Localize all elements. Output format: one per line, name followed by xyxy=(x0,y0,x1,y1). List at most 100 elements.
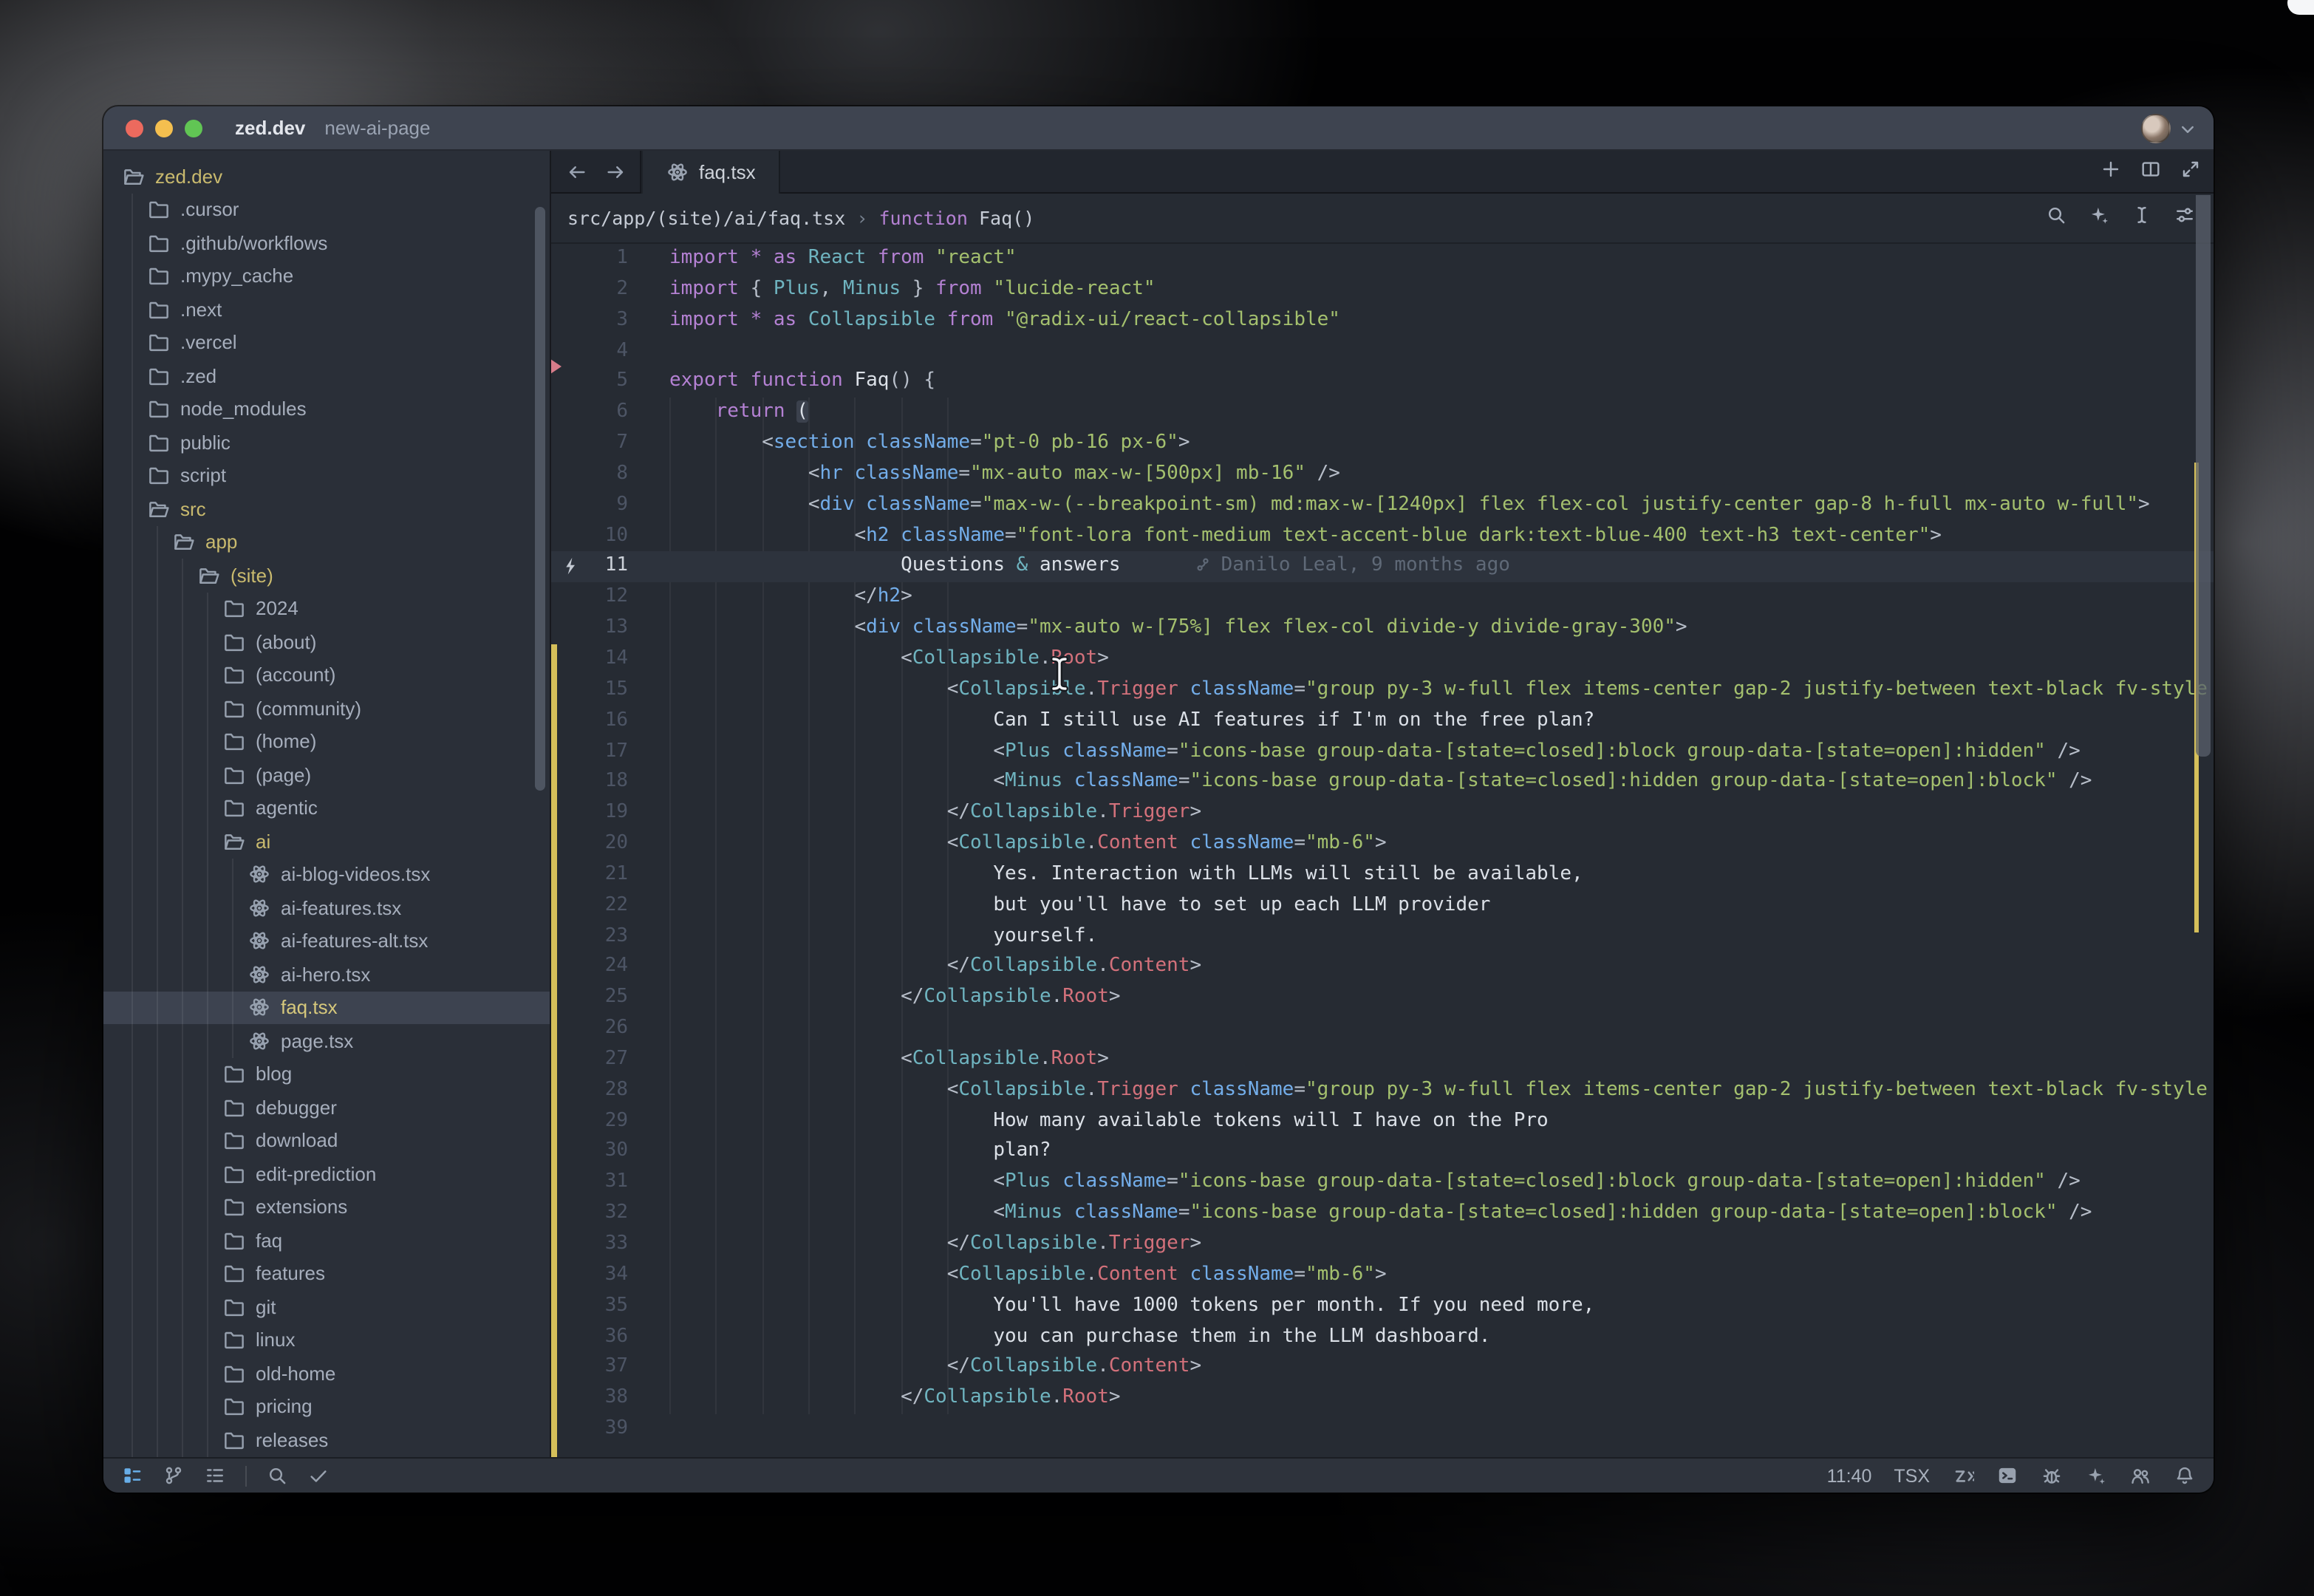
line-number[interactable]: 18 xyxy=(551,768,628,799)
code-line-29[interactable]: 29 How many available tokens will I have… xyxy=(551,1106,2214,1137)
navigate-forward-button[interactable] xyxy=(598,160,631,183)
code-line-25[interactable]: 25 </Collapsible.Root> xyxy=(551,983,2214,1014)
code-line-10[interactable]: 10 <h2 className="font-lora font-medium … xyxy=(551,521,2214,552)
line-number[interactable]: 5 xyxy=(551,367,628,398)
code-line-8[interactable]: 8 <hr className="mx-auto max-w-[500px] m… xyxy=(551,460,2214,491)
tree-item--github-workflows[interactable]: .github/workflows xyxy=(103,226,550,259)
code-line-34[interactable]: 34 <Collapsible.Content className="mb-6"… xyxy=(551,1261,2214,1292)
code-line-39[interactable]: 39 xyxy=(551,1414,2214,1445)
line-number[interactable]: 28 xyxy=(551,1076,628,1107)
line-number[interactable]: 20 xyxy=(551,829,628,860)
tree-item-ai-blog-videos-tsx[interactable]: ai-blog-videos.tsx xyxy=(103,858,550,891)
code-line-17[interactable]: 17 <Plus className="icons-base group-dat… xyxy=(551,737,2214,768)
code-line-7[interactable]: 7 <section className="pt-0 pb-16 px-6"> xyxy=(551,429,2214,460)
avatar[interactable] xyxy=(2141,114,2171,143)
code-line-32[interactable]: 32 <Minus className="icons-base group-da… xyxy=(551,1198,2214,1230)
code-line-19[interactable]: 19 </Collapsible.Trigger> xyxy=(551,798,2214,829)
code-line-18[interactable]: 18 <Minus className="icons-base group-da… xyxy=(551,768,2214,799)
code-line-30[interactable]: 30 plan? xyxy=(551,1137,2214,1168)
editor-scrollbar[interactable] xyxy=(2193,195,2214,1457)
line-number[interactable]: 13 xyxy=(551,613,628,644)
tab-faq-tsx[interactable]: faq.tsx xyxy=(641,151,781,194)
line-number[interactable]: 22 xyxy=(551,890,628,921)
terminal-icon[interactable] xyxy=(1996,1464,2018,1487)
line-number[interactable]: 34 xyxy=(551,1261,628,1292)
titlebar[interactable]: zed.dev new-ai-page xyxy=(103,106,2214,151)
line-number[interactable]: 24 xyxy=(551,952,628,983)
line-number[interactable]: 25 xyxy=(551,983,628,1014)
tree-item-ai-hero-tsx[interactable]: ai-hero.tsx xyxy=(103,958,550,991)
line-number[interactable]: 16 xyxy=(551,706,628,737)
tree-item-ai[interactable]: ai xyxy=(103,825,550,858)
line-number[interactable]: 3 xyxy=(551,305,628,336)
code-line-38[interactable]: 38 </Collapsible.Root> xyxy=(551,1383,2214,1414)
project-panel-scrollbar[interactable] xyxy=(535,207,545,791)
tree-item-faq-tsx[interactable]: faq.tsx xyxy=(103,991,550,1024)
code-line-37[interactable]: 37 </Collapsible.Content> xyxy=(551,1353,2214,1384)
tree-item-src[interactable]: src xyxy=(103,492,550,525)
line-number[interactable]: 37 xyxy=(551,1353,628,1384)
tree-item-features[interactable]: features xyxy=(103,1257,550,1290)
buffer-search-icon[interactable] xyxy=(2045,203,2067,233)
code-line-2[interactable]: 2import { Plus, Minus } from "lucide-rea… xyxy=(551,275,2214,306)
code-line-22[interactable]: 22 but you'll have to set up each LLM pr… xyxy=(551,890,2214,921)
code-editor[interactable]: 1import * as React from "react"2import {… xyxy=(551,244,2214,1457)
code-line-1[interactable]: 1import * as React from "react" xyxy=(551,244,2214,275)
editor-scrollbar-thumb[interactable] xyxy=(2196,195,2211,757)
tree-item-linux[interactable]: linux xyxy=(103,1323,550,1357)
tree-item--page-[interactable]: (page) xyxy=(103,758,550,791)
notifications-bell-icon[interactable] xyxy=(2174,1464,2196,1487)
code-line-11[interactable]: 11 Questions & answersDanilo Leal, 9 mon… xyxy=(551,552,2214,583)
debug-bug-icon[interactable] xyxy=(2041,1464,2063,1487)
tree-item-blog[interactable]: blog xyxy=(103,1057,550,1091)
line-number[interactable]: 12 xyxy=(551,583,628,614)
collab-people-icon[interactable] xyxy=(2129,1464,2151,1487)
split-pane-icon[interactable] xyxy=(2140,157,2162,187)
line-number[interactable]: 7 xyxy=(551,429,628,460)
line-number[interactable]: 27 xyxy=(551,1045,628,1076)
code-line-14[interactable]: 14 <Collapsible.Root> xyxy=(551,644,2214,675)
line-number[interactable]: 10 xyxy=(551,521,628,552)
tree-item-faq[interactable]: faq xyxy=(103,1224,550,1257)
code-line-27[interactable]: 27 <Collapsible.Root> xyxy=(551,1045,2214,1076)
line-number[interactable]: 14 xyxy=(551,644,628,675)
inline-git-blame[interactable]: Danilo Leal, 9 months ago xyxy=(1195,555,1510,577)
code-line-9[interactable]: 9 <div className="max-w-(--breakpoint-sm… xyxy=(551,491,2214,522)
tree-item--next[interactable]: .next xyxy=(103,293,550,326)
search-icon[interactable] xyxy=(266,1464,288,1487)
tree-item-zed-dev[interactable]: zed.dev xyxy=(103,160,550,193)
line-number[interactable]: 17 xyxy=(551,737,628,768)
cursor-position[interactable]: 11:40 xyxy=(1827,1465,1872,1486)
inline-assist-sparkles-icon[interactable] xyxy=(2088,203,2110,233)
line-number[interactable]: 36 xyxy=(551,1322,628,1353)
tree-item--account-[interactable]: (account) xyxy=(103,658,550,692)
code-line-36[interactable]: 36 you can purchase them in the LLM dash… xyxy=(551,1322,2214,1353)
outline-icon[interactable] xyxy=(204,1464,226,1487)
tree-item-download[interactable]: download xyxy=(103,1124,550,1157)
line-number[interactable]: 29 xyxy=(551,1106,628,1137)
navigate-back-button[interactable] xyxy=(560,160,593,183)
code-line-35[interactable]: 35 You'll have 1000 tokens per month. If… xyxy=(551,1291,2214,1322)
project-panel-toggle-icon[interactable] xyxy=(121,1464,143,1487)
language-selector[interactable]: TSX xyxy=(1894,1465,1930,1486)
diff-hunk-arrow-icon[interactable] xyxy=(551,358,562,375)
close-window-button[interactable] xyxy=(126,119,143,137)
tree-item--about-[interactable]: (about) xyxy=(103,625,550,658)
line-number[interactable]: 8 xyxy=(551,460,628,491)
line-number[interactable]: 2 xyxy=(551,275,628,306)
code-line-4[interactable]: 4 xyxy=(551,336,2214,367)
line-number[interactable]: 31 xyxy=(551,1168,628,1199)
code-line-20[interactable]: 20 <Collapsible.Content className="mb-6"… xyxy=(551,829,2214,860)
code-line-13[interactable]: 13 <div className="mx-auto w-[75%] flex … xyxy=(551,613,2214,644)
maximize-icon[interactable] xyxy=(2180,157,2202,187)
code-line-5[interactable]: 5export function Faq() { xyxy=(551,367,2214,398)
tree-item-ai-features-alt-tsx[interactable]: ai-features-alt.tsx xyxy=(103,924,550,958)
code-line-31[interactable]: 31 <Plus className="icons-base group-dat… xyxy=(551,1168,2214,1199)
tree-item--zed[interactable]: .zed xyxy=(103,359,550,392)
tree-item-git[interactable]: git xyxy=(103,1290,550,1323)
tree-item-2024[interactable]: 2024 xyxy=(103,592,550,625)
tree-item-ai-features-tsx[interactable]: ai-features.tsx xyxy=(103,891,550,924)
tree-item--site-[interactable]: (site) xyxy=(103,559,550,592)
zoom-window-button[interactable] xyxy=(185,119,202,137)
line-number[interactable]: 23 xyxy=(551,921,628,952)
